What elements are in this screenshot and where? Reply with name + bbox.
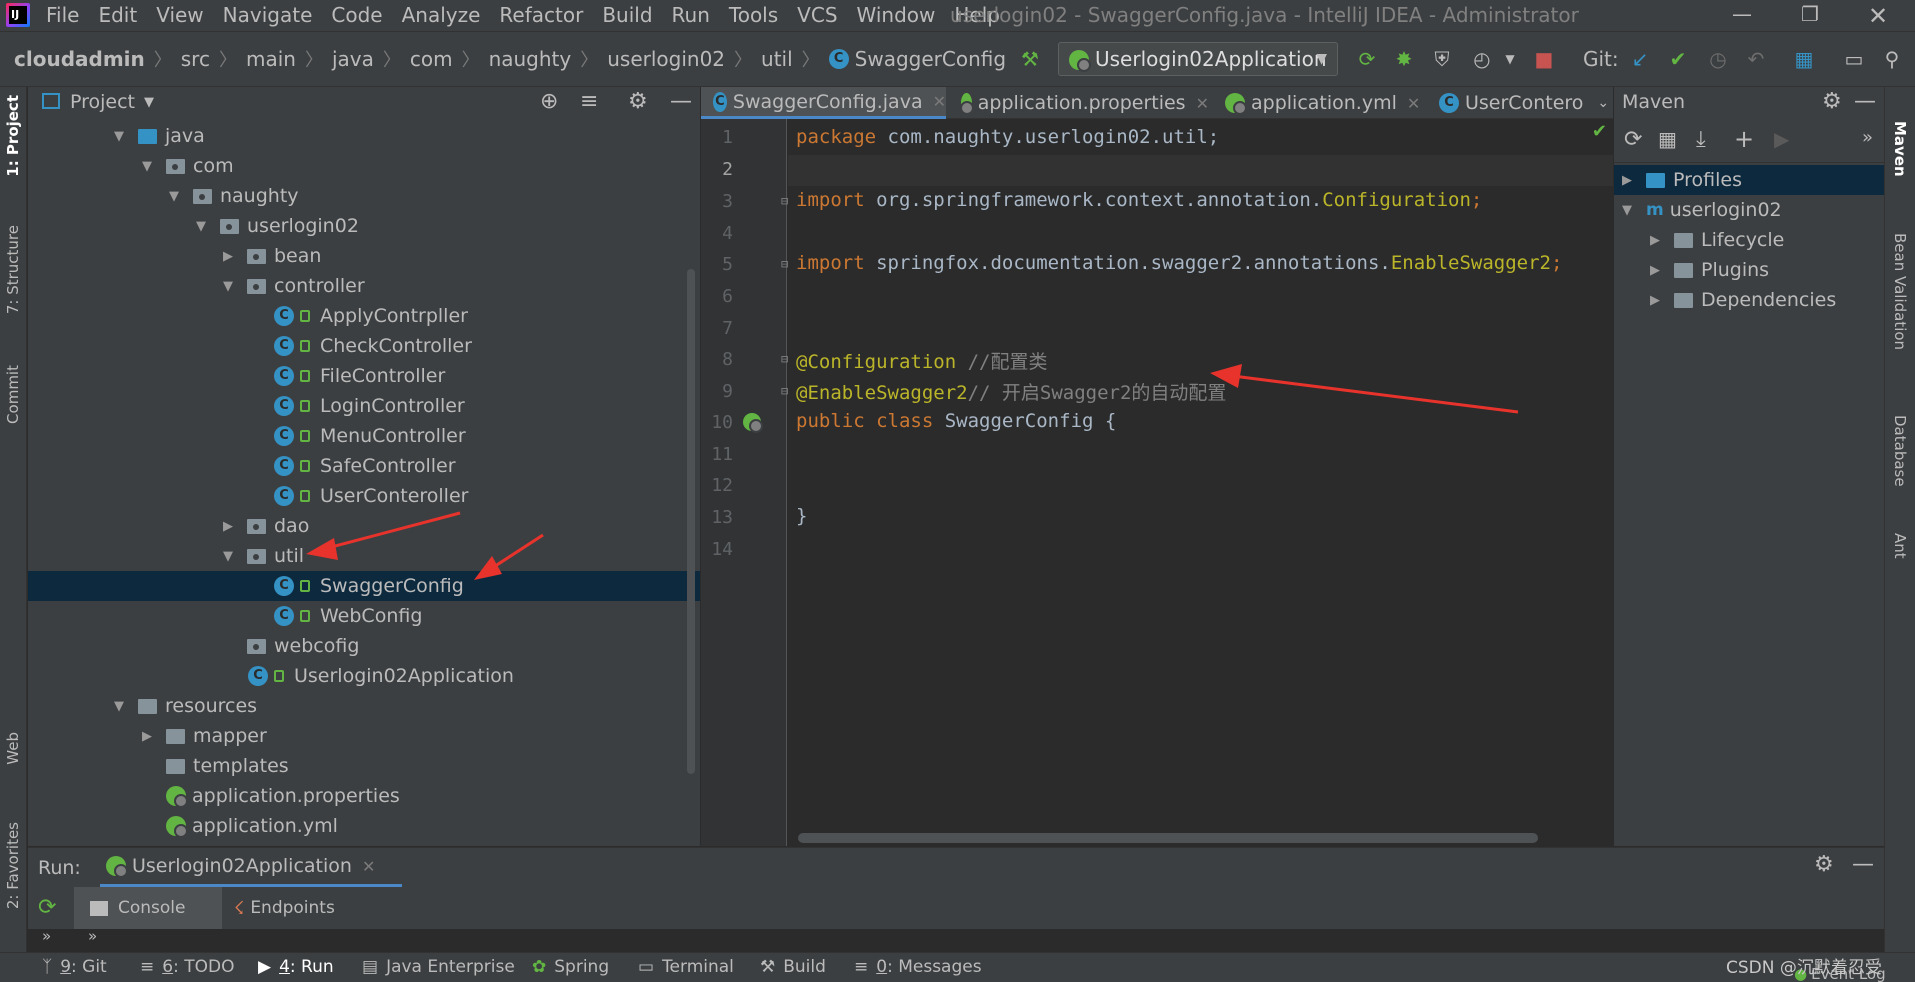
annotation-arrow [1210, 364, 1519, 414]
annotation-arrow [306, 511, 461, 560]
annotation-arrow [474, 533, 544, 580]
annotation-arrows [306, 364, 1519, 580]
